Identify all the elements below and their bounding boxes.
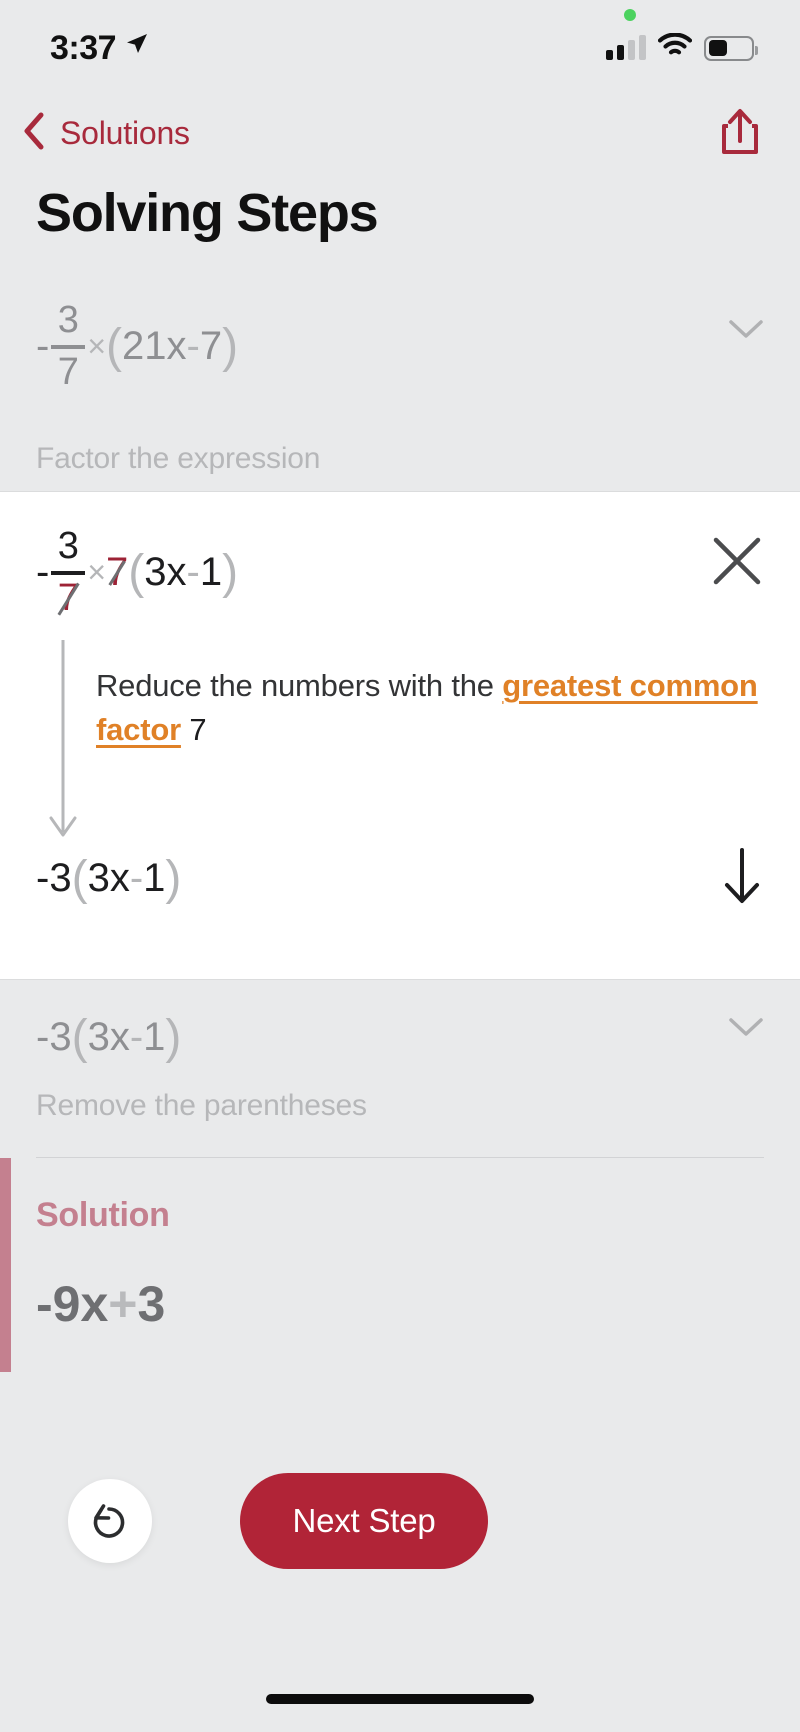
undo-arrow-icon [88, 1497, 132, 1546]
long-down-arrow-icon [45, 640, 81, 845]
step-expression: - 3 7 × ( 21 x - 7 ) [36, 300, 238, 394]
status-bar: 3:37 [0, 0, 800, 92]
green-privacy-dot [624, 9, 636, 21]
expr-sign: - [36, 1015, 50, 1059]
home-indicator [266, 1694, 534, 1704]
undo-button[interactable] [68, 1479, 152, 1563]
expr-variable: x [166, 550, 187, 595]
expr-open-paren: ( [71, 852, 88, 905]
expr-constant: 3 [137, 1276, 166, 1332]
status-time: 3:37 [50, 29, 117, 67]
explanation-tail: 7 [189, 712, 207, 748]
expr-constant: 1 [143, 856, 166, 900]
expr-operator: - [129, 1015, 144, 1059]
expr-constant: 1 [199, 550, 223, 595]
solution-label: Solution [36, 1196, 170, 1234]
fraction-numerator: 3 [57, 299, 79, 341]
chevron-down-icon[interactable] [728, 318, 764, 345]
fraction: 3 7 [51, 525, 86, 620]
close-x-icon[interactable] [710, 534, 764, 593]
active-step-card: - 3 7 × 7 ( 3 x - 1 ) Reduce the numbers… [0, 492, 800, 979]
expr-operator: + [108, 1276, 138, 1332]
step-header-row: - 3 ( 3 x - 1 ) [36, 1010, 764, 1065]
step-description: Remove the parentheses [36, 1089, 367, 1122]
fraction-numerator: 3 [57, 525, 79, 567]
wifi-icon [657, 32, 693, 63]
step-remove-the-parentheses[interactable]: - 3 ( 3 x - 1 ) Remove the parentheses [0, 1010, 800, 1123]
location-arrow-icon [126, 33, 148, 60]
expr-times: × [87, 554, 107, 591]
chevron-left-icon [22, 111, 46, 156]
expr-variable: x [109, 1015, 130, 1059]
status-bar-left: 3:37 [50, 27, 148, 65]
expr-sign: - [36, 856, 50, 900]
fraction: 3 7 [51, 299, 86, 394]
expr-close-paren: ) [165, 1011, 182, 1064]
back-button-label: Solutions [60, 114, 190, 151]
expr-times: × [87, 328, 107, 365]
card-top-expression: - 3 7 × 7 ( 3 x - 1 ) [36, 526, 238, 620]
expr-close-paren: ) [222, 546, 239, 600]
cellular-signal-icon [606, 35, 646, 60]
expr-operator: - [186, 550, 200, 595]
back-button[interactable]: Solutions [22, 111, 190, 156]
next-step-button[interactable]: Next Step [240, 1473, 488, 1569]
battery-icon [704, 35, 758, 61]
expr-operator: - [129, 856, 144, 900]
expr-sign: - [36, 324, 50, 369]
expr-open-paren: ( [71, 1011, 88, 1064]
expr-coefficient: 3 [49, 1015, 72, 1059]
solution-accent-bar [0, 1158, 11, 1372]
expr-coefficient: 3 [49, 856, 72, 900]
solution-expression: - 9 x + 3 [36, 1275, 165, 1333]
fraction-bar [51, 570, 86, 575]
arrow-down-icon[interactable] [720, 848, 764, 909]
explanation-block: Reduce the numbers with the greatest com… [96, 664, 760, 752]
expr-close-paren: ) [165, 852, 182, 905]
navigation-bar: Solutions [0, 92, 800, 174]
battery-fill [708, 40, 728, 56]
expr-close-paren: ) [222, 320, 239, 374]
solution-divider [36, 1157, 764, 1158]
expr-sign: - [36, 550, 50, 595]
share-icon[interactable] [718, 107, 762, 160]
expr-variable: x [166, 324, 187, 369]
expr-variable: x [109, 856, 130, 900]
page-title: Solving Steps [36, 183, 379, 243]
fraction-bar [51, 344, 86, 349]
expr-coefficient: 9 [52, 1276, 81, 1332]
fraction-denominator: 7 [57, 350, 79, 393]
explanation-lead: Reduce the numbers with the [96, 668, 494, 703]
explanation-text: Reduce the numbers with the greatest com… [96, 664, 760, 752]
expr-coefficient: 21 [122, 324, 167, 369]
expr-operator: - [186, 324, 200, 369]
fraction-denominator-struck: 7 [54, 578, 83, 620]
expr-constant: 1 [143, 1015, 166, 1059]
expr-variable: x [80, 1276, 109, 1332]
expr-inner-coefficient: 3 [144, 550, 167, 595]
step-description: Factor the expression [36, 441, 321, 475]
step-header-row: - 3 7 × ( 21 x - 7 ) [36, 300, 764, 394]
expr-struck-factor: 7 [106, 550, 129, 595]
step-expression: - 3 ( 3 x - 1 ) [36, 1010, 181, 1065]
expr-constant: 7 [199, 324, 223, 369]
card-top-row: - 3 7 × 7 ( 3 x - 1 ) [36, 526, 764, 620]
chevron-down-icon[interactable] [728, 1016, 764, 1043]
step-factor-the-expression[interactable]: - 3 7 × ( 21 x - 7 ) Factor the expressi… [0, 300, 800, 476]
expr-inner-coefficient: 3 [87, 1015, 110, 1059]
expr-open-paren: ( [106, 320, 122, 374]
expr-sign: - [36, 1276, 53, 1332]
status-bar-right [606, 9, 758, 63]
card-bottom-row: - 3 ( 3 x - 1 ) [36, 848, 764, 909]
expr-inner-coefficient: 3 [87, 856, 110, 900]
card-bottom-expression: - 3 ( 3 x - 1 ) [36, 851, 181, 906]
expr-open-paren: ( [128, 546, 145, 600]
